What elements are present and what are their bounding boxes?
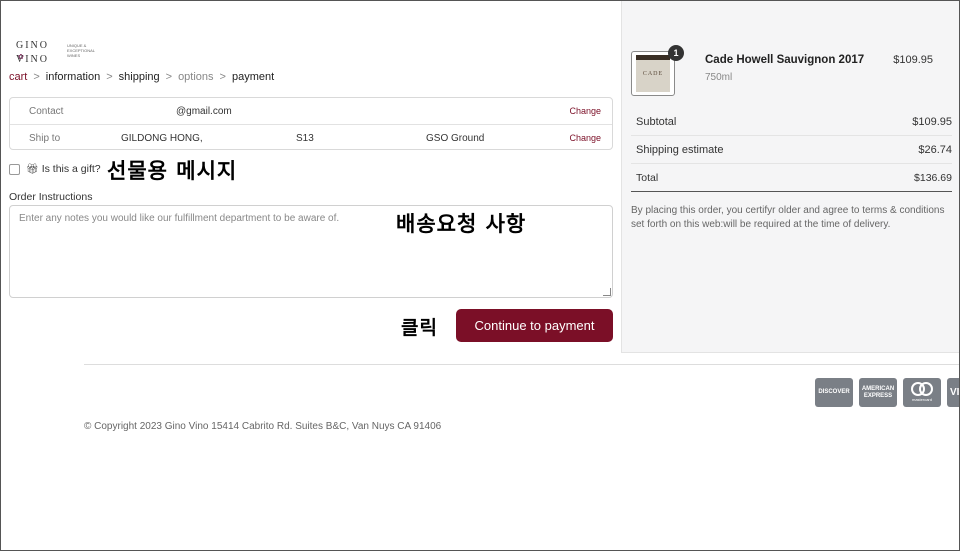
order-instructions-label: Order Instructions [9,191,93,203]
breadcrumb-separator: > [219,71,226,83]
order-summary-panel: CADE 1 Cade Howell Sauvignon 2017 750ml … [621,1,960,353]
shipping-estimate-label: Shipping estimate [636,143,724,156]
visa-card-icon: VI [947,378,960,407]
gift-label: Is this a gift? [41,163,101,175]
logo-tagline: UNIQUE & EXCEPTIONAL WINES [67,43,95,58]
breadcrumb-payment: payment [231,71,275,83]
shipping-estimate-value: $26.74 [918,143,952,156]
logo-line2: VINO [16,54,49,65]
breadcrumb-separator: > [106,71,113,83]
breadcrumb-shipping[interactable]: shipping [119,71,160,83]
breadcrumb-information[interactable]: information [46,71,100,83]
instructions-annotation: 배송요청 사항 [396,212,527,236]
total-row: Total $136.69 [631,164,952,192]
payment-cards: DISCOVER AMERICAN EXPRESS mastercard VI [815,378,960,407]
quantity-badge: 1 [668,45,684,61]
subtotal-value: $109.95 [912,115,952,128]
review-info-box: Contact @gmail.com Change Ship to GILDON… [9,97,613,150]
ship-to-row: Ship to GILDONG HONG, S13 GSO Ground Cha… [10,124,612,150]
product-price: $109.95 [893,54,933,66]
product-name: Cade Howell Sauvignon 2017 [705,54,865,66]
candle-label: CADE [642,70,664,77]
breadcrumb-separator: > [165,71,173,83]
gino-vino-logo[interactable]: GINO ✿ VINO UNIQUE & EXCEPTIONAL WINES [15,40,105,68]
click-annotation: 클릭 [401,317,438,339]
mastercard-card-icon: mastercard [903,378,941,407]
resize-grip-icon[interactable] [603,288,611,296]
ship-to-method: GSO Ground [426,133,485,144]
breadcrumb: cart > information > shipping > options … [9,71,274,83]
discover-card-icon: DISCOVER [815,378,853,407]
change-ship-to-link[interactable]: Change [569,133,601,143]
breadcrumb-options: options [178,71,214,83]
candle-image: CADE [636,55,670,92]
ship-to-name: GILDONG HONG, [121,133,203,144]
product-size: 750ml [705,72,733,83]
footer-divider [84,364,960,365]
gift-annotation: 선물용 메시지 [107,159,238,183]
logo-line1: GINO [16,40,49,51]
ship-to-label: Ship to [29,133,61,144]
contact-label: Contact [29,106,64,117]
breadcrumb-cart[interactable]: cart [9,71,27,83]
subtotal-row: Subtotal $109.95 [631,108,952,136]
product-thumbnail: CADE [631,51,675,96]
contact-value: @gmail.com [176,106,232,117]
gift-icon: 🎁︎ [26,163,39,175]
continue-to-payment-button[interactable]: Continue to payment [456,309,613,342]
change-contact-link[interactable]: Change [569,106,601,116]
total-value: $136.69 [914,171,952,184]
order-disclaimer: By placing this order, you certifyr olde… [631,205,945,230]
breadcrumb-separator: > [33,71,40,83]
subtotal-label: Subtotal [636,115,677,128]
total-label: Total [636,171,659,184]
contact-row: Contact @gmail.com Change [10,98,612,124]
shipping-estimate-row: Shipping estimate $26.74 [631,136,952,164]
amex-card-icon: AMERICAN EXPRESS [859,378,897,407]
ship-to-unit: S13 [296,133,314,144]
gift-checkbox[interactable] [9,163,20,175]
footer-copyright: © Copyright 2023 Gino Vino 15414 Cabrito… [84,421,442,432]
gift-option[interactable]: 🎁︎ Is this a gift? [9,163,101,175]
